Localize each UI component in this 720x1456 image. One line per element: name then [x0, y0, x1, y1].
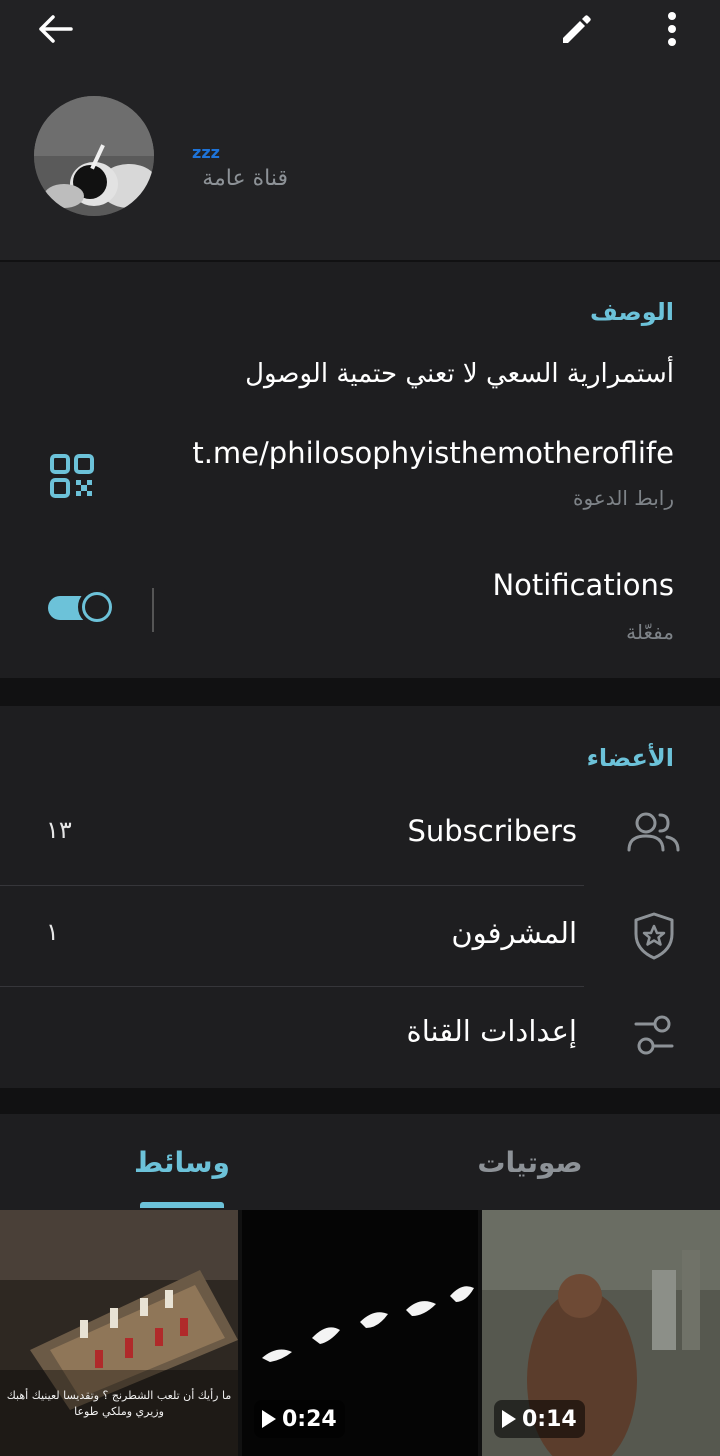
channel-settings-label: إعدادات القناة — [406, 1014, 577, 1048]
notifications-status: مفعّلة — [626, 620, 674, 644]
tab-media[interactable]: وسائط — [120, 1114, 244, 1210]
channel-type-label: قناة عامة — [202, 166, 288, 191]
qr-code-button[interactable] — [48, 452, 96, 500]
video-duration-badge: 0:14 — [494, 1400, 585, 1438]
edit-button[interactable] — [548, 6, 604, 52]
media-thumbnail-doves[interactable]: 0:24 — [242, 1210, 478, 1456]
channel-avatar[interactable] — [34, 96, 154, 216]
channel-name-text: zzz — [192, 143, 220, 162]
tab-voice[interactable]: صوتيات — [470, 1114, 590, 1210]
channel-settings-row[interactable]: إعدادات القناة — [0, 984, 720, 1084]
more-options-button[interactable] — [644, 6, 700, 52]
active-tab-indicator — [140, 1202, 224, 1208]
description-text[interactable]: أستمرارية السعي لا تعني حتمية الوصول — [245, 359, 674, 389]
arrow-left-icon — [39, 15, 73, 43]
media-tabs: وسائط صوتيات — [0, 1114, 720, 1210]
video-duration: 0:24 — [282, 1406, 337, 1432]
channel-header: zzz قناة عامة — [0, 0, 720, 260]
back-button[interactable] — [20, 6, 90, 52]
sliders-icon — [626, 1008, 682, 1060]
admins-count: ١ — [46, 918, 59, 946]
pencil-icon — [563, 15, 591, 43]
avatar-image — [34, 96, 154, 216]
notifications-toggle[interactable] — [48, 588, 116, 628]
people-icon — [626, 808, 682, 860]
video-duration: 0:14 — [522, 1406, 577, 1432]
chess-caption: ما رأيك أن تلعب الشطرنج ؟ وتقديسا لعينيك… — [6, 1389, 232, 1418]
members-card: الأعضاء Subscribers ١٣ المشرفون ١ إعدادا… — [0, 706, 720, 1088]
media-thumbnail-figure[interactable]: 0:14 — [482, 1210, 720, 1456]
subscribers-count: ١٣ — [46, 816, 72, 844]
shield-star-icon — [626, 910, 682, 962]
play-icon — [502, 1410, 516, 1428]
channel-info-card: الوصف أستمرارية السعي لا تعني حتمية الوص… — [0, 262, 720, 678]
subscribers-label: Subscribers — [407, 814, 577, 848]
toggle-knob — [78, 588, 116, 626]
media-grid: ما رأيك أن تلعب الشطرنج ؟ وتقديسا لعينيك… — [0, 1210, 720, 1456]
channel-name-glyphs: zzz — [192, 143, 220, 162]
admins-row[interactable]: المشرفون ١ — [0, 886, 720, 986]
description-title: الوصف — [589, 298, 674, 326]
vertical-divider — [152, 588, 154, 632]
admins-label: المشرفون — [451, 916, 577, 950]
invite-link[interactable]: t.me/philosophyisthemotheroflife — [192, 436, 674, 470]
media-thumbnail-chess[interactable]: ما رأيك أن تلعب الشطرنج ؟ وتقديسا لعينيك… — [0, 1210, 238, 1456]
more-vertical-icon — [668, 12, 676, 46]
qr-code-icon — [50, 454, 94, 498]
subscribers-row[interactable]: Subscribers ١٣ — [0, 784, 720, 884]
notifications-label: Notifications — [492, 568, 674, 602]
play-icon — [262, 1410, 276, 1428]
invite-link-caption: رابط الدعوة — [572, 486, 674, 510]
video-duration-badge: 0:24 — [254, 1400, 345, 1438]
channel-name: zzz — [192, 112, 248, 162]
members-title: الأعضاء — [586, 744, 674, 772]
